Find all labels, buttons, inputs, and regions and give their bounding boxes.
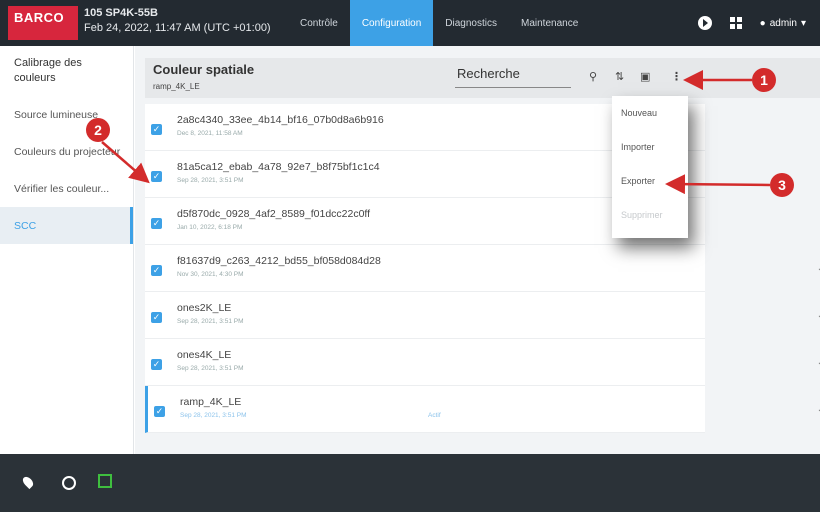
grid-status-icon[interactable] (98, 474, 112, 488)
callout-2: 2 (86, 118, 110, 142)
callout-1: 1 (752, 68, 776, 92)
callout-3: 3 (770, 173, 794, 197)
location-icon[interactable] (20, 474, 36, 490)
arrow-2 (101, 141, 150, 184)
arrow-3 (665, 174, 771, 195)
record-icon[interactable] (62, 476, 76, 490)
footer-bar (0, 454, 820, 512)
annotation-arrows (101, 70, 771, 195)
